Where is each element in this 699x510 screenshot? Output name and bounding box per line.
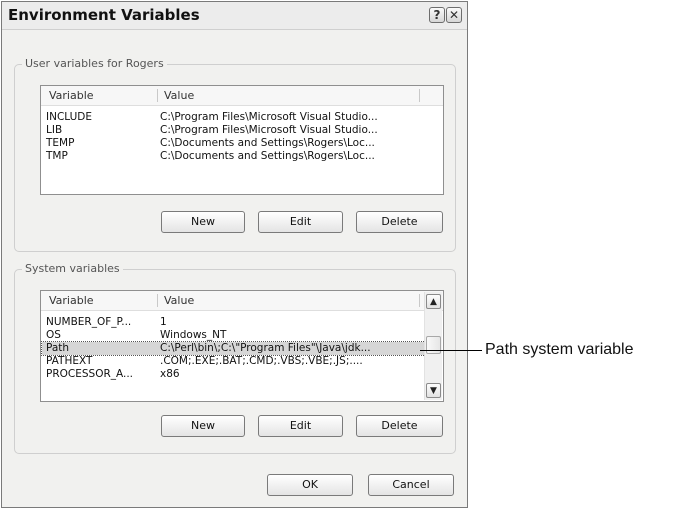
system-variable-row[interactable]: PATHEXT .COM;.EXE;.BAT;.CMD;.VBS;.VBE;.J… (42, 355, 425, 368)
user-variable-row[interactable]: TMP C:\Documents and Settings\Rogers\Loc… (42, 150, 442, 163)
system-variables-group: System variables Variable Value NUMBER_O… (14, 262, 456, 454)
variable-value: C:\Program Files\Microsoft Visual Studio… (160, 111, 378, 123)
variable-value: .COM;.EXE;.BAT;.CMD;.VBS;.VBE;.JS;.... (160, 355, 363, 367)
user-variable-row[interactable]: TEMP C:\Documents and Settings\Rogers\Lo… (42, 137, 442, 150)
system-variables-list[interactable]: Variable Value NUMBER_OF_P... 1 OS Windo… (40, 290, 444, 402)
scroll-down-arrow-icon[interactable]: ▼ (426, 383, 441, 398)
dialog-title: Environment Variables (8, 6, 200, 24)
close-button[interactable]: ✕ (446, 7, 462, 23)
variable-name: TEMP (46, 137, 75, 149)
cancel-button[interactable]: Cancel (368, 474, 454, 496)
variable-value: C:\Perl\bin\;C:\"Program Files"\Java\jdk… (160, 342, 371, 354)
user-new-button[interactable]: New (161, 211, 245, 233)
system-variable-row[interactable]: NUMBER_OF_P... 1 (42, 316, 425, 329)
variable-value: x86 (160, 368, 180, 380)
user-variable-row[interactable]: INCLUDE C:\Program Files\Microsoft Visua… (42, 111, 442, 124)
variable-value: C:\Documents and Settings\Rogers\Loc... (160, 137, 375, 149)
user-variables-label: User variables for Rogers (22, 57, 167, 70)
help-button[interactable]: ? (429, 7, 445, 23)
variable-name: PROCESSOR_A... (46, 368, 134, 380)
variable-value: 1 (160, 316, 167, 328)
system-list-header: Variable Value (41, 291, 443, 311)
title-bar: Environment Variables ? ✕ (2, 2, 467, 30)
system-variable-row-selected[interactable]: Path C:\Perl\bin\;C:\"Program Files"\Jav… (41, 341, 426, 356)
variable-value: C:\Documents and Settings\Rogers\Loc... (160, 150, 375, 162)
column-header-value[interactable]: Value (164, 89, 194, 102)
system-variable-row[interactable]: PROCESSOR_A... x86 (42, 368, 425, 381)
user-delete-button[interactable]: Delete (356, 211, 443, 233)
callout-label: Path system variable (485, 341, 634, 358)
system-delete-button[interactable]: Delete (356, 415, 443, 437)
system-edit-button[interactable]: Edit (258, 415, 343, 437)
column-header-value[interactable]: Value (164, 294, 194, 307)
system-variables-label: System variables (22, 262, 123, 275)
user-variables-group: User variables for Rogers Variable Value… (14, 57, 456, 252)
scrollbar-thumb[interactable] (426, 336, 441, 354)
variable-name: TMP (46, 150, 68, 162)
callout-leader-line (420, 350, 482, 351)
column-separator[interactable] (419, 89, 420, 102)
environment-variables-dialog: Environment Variables ? ✕ User variables… (1, 1, 468, 508)
column-separator[interactable] (157, 89, 158, 102)
user-variables-list[interactable]: Variable Value INCLUDE C:\Program Files\… (40, 85, 444, 195)
scroll-up-arrow-icon[interactable]: ▲ (426, 294, 441, 309)
column-separator[interactable] (157, 294, 158, 307)
column-separator[interactable] (419, 294, 420, 307)
system-variable-row[interactable]: OS Windows_NT (42, 329, 425, 342)
system-new-button[interactable]: New (161, 415, 245, 437)
user-list-header: Variable Value (41, 86, 443, 106)
vertical-scrollbar[interactable]: ▲ ▼ (424, 292, 442, 400)
user-edit-button[interactable]: Edit (258, 211, 343, 233)
variable-name: PATHEXT (46, 355, 93, 367)
variable-value: C:\Program Files\Microsoft Visual Studio… (160, 124, 378, 136)
variable-name: INCLUDE (46, 111, 93, 123)
column-header-variable[interactable]: Variable (49, 89, 94, 102)
variable-name: LIB (46, 124, 63, 136)
variable-name: NUMBER_OF_P... (46, 316, 132, 328)
variable-name: Path (46, 342, 70, 354)
variable-value: Windows_NT (160, 329, 227, 341)
ok-button[interactable]: OK (267, 474, 353, 496)
column-header-variable[interactable]: Variable (49, 294, 94, 307)
user-variable-row[interactable]: LIB C:\Program Files\Microsoft Visual St… (42, 124, 442, 137)
variable-name: OS (46, 329, 61, 341)
